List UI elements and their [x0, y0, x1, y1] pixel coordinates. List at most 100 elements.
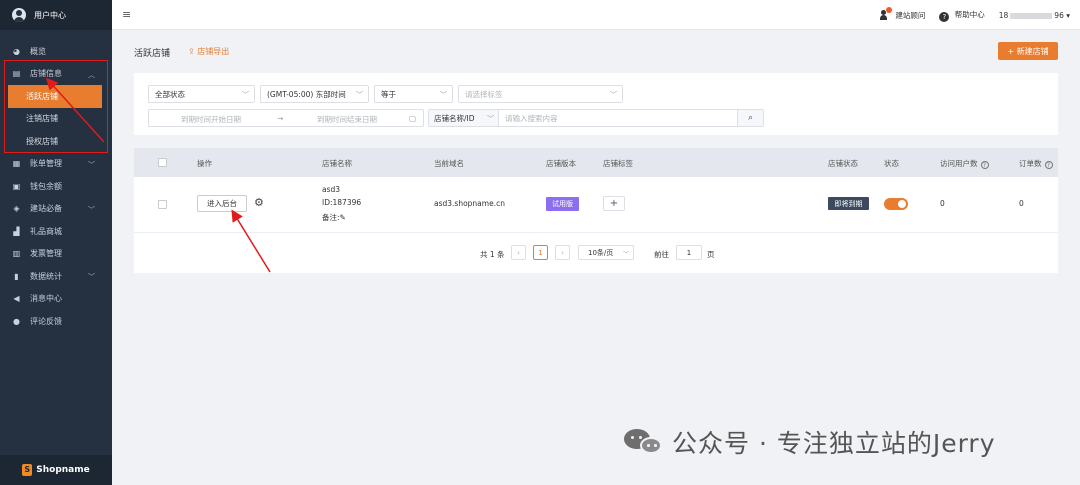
sidebar-item-label: 账单管理 — [30, 159, 62, 169]
sidebar-item-wallet[interactable]: ▣ 钱包余额 — [0, 175, 112, 198]
pagination: 共 1 条 ‹ 1 › 10条/页 ﹀ 前往 1 页 — [134, 245, 1058, 263]
chevron-down-icon: ﹀ — [487, 115, 494, 123]
masked-phone-digits — [1010, 13, 1053, 19]
page-number-button[interactable]: 1 — [533, 245, 548, 260]
account-dropdown[interactable]: 18 96 ▾ — [999, 11, 1070, 20]
export-label: 店铺导出 — [197, 47, 230, 56]
filter-panel: 全部状态 ﹀ (GMT-05:00) 东部时间 ﹀ 等于 ﹀ 请选择标签 ﹀ 到… — [134, 73, 1058, 135]
tag-select-placeholder: 请选择标签 — [465, 89, 503, 99]
search-icon: ⌕ — [747, 113, 754, 123]
sidebar-item-label: 评论反馈 — [30, 316, 62, 326]
store-status-badge: 即将到期 — [828, 197, 869, 210]
search-input[interactable] — [499, 110, 737, 126]
box-icon: ◈ — [13, 204, 20, 214]
chart-icon: ▮ — [14, 271, 19, 281]
chevron-down-icon: ﹀ — [610, 91, 617, 99]
caret-down-icon: ▾ — [1066, 11, 1070, 20]
add-tag-button[interactable]: + — [603, 196, 625, 211]
store-note[interactable]: 备注:✎ — [322, 212, 346, 223]
store-domain[interactable]: asd3.shopname.cn — [434, 199, 505, 208]
row-checkbox[interactable] — [158, 200, 167, 209]
select-all-checkbox[interactable] — [158, 158, 167, 167]
sidebar-item-billing[interactable]: ▦ 账单管理 ﹀ — [0, 153, 112, 176]
operator-select[interactable]: 等于 ﹀ — [374, 85, 453, 103]
watermark: 公众号 · 专注独立站的Jerry — [624, 424, 996, 460]
search-button[interactable]: ⌕ — [737, 110, 763, 126]
sidebar-item-label: 发票管理 — [30, 249, 62, 259]
arrow-right-icon: → — [277, 114, 284, 123]
header-orders: 订单数? — [1019, 158, 1053, 169]
sidebar-item-label: 建站必备 — [30, 204, 62, 214]
header-store-status: 店铺状态 — [828, 159, 858, 168]
help-center-link[interactable]: ? 帮助中心 — [939, 9, 985, 22]
search-field-value: 店铺名称/ID — [434, 113, 475, 123]
status-select[interactable]: 全部状态 ﹀ — [148, 85, 255, 103]
user-center-header[interactable]: 用户中心 — [0, 0, 112, 30]
dashboard-icon: ◕ — [13, 46, 20, 56]
avatar-icon — [12, 8, 26, 22]
phone-suffix: 96 — [1054, 11, 1064, 20]
goto-page-input[interactable]: 1 — [676, 245, 702, 260]
sidebar-item-invoice[interactable]: ▥ 发票管理 — [0, 243, 112, 266]
visitor-count: 0 — [940, 199, 945, 208]
top-right-actions: 建站顾问 ? 帮助中心 18 96 ▾ — [879, 7, 1070, 22]
date-end-placeholder: 到期时间结束日期 — [317, 115, 377, 124]
store-name: asd3 — [322, 185, 341, 194]
tag-select[interactable]: 请选择标签 ﹀ — [458, 85, 623, 103]
sidebar-item-essentials[interactable]: ◈ 建站必备 ﹀ — [0, 198, 112, 221]
header-state: 状态 — [884, 159, 899, 168]
table-header: 操作 店铺名称 当前域名 店铺版本 店铺标签 店铺状态 状态 访问用户数? 订单… — [134, 148, 1058, 177]
page-size-select[interactable]: 10条/页 ﹀ — [578, 245, 634, 260]
hamburger-menu-icon[interactable]: ≡ — [122, 8, 131, 21]
sidebar-item-messages[interactable]: ◀ 消息中心 — [0, 288, 112, 311]
chevron-down-icon: ﹀ — [440, 91, 447, 99]
gear-icon[interactable]: ⚙ — [254, 196, 264, 209]
sidebar-item-feedback[interactable]: ● 评论反馈 — [0, 310, 112, 333]
table-row: 进入后台 ⚙ asd3 ID:187396 备注:✎ asd3.shopname… — [134, 177, 1058, 233]
consultant-label: 建站顾问 — [895, 11, 926, 20]
invoice-icon: ▥ — [12, 249, 21, 259]
help-circle-icon[interactable]: ? — [1044, 161, 1053, 169]
operator-select-value: 等于 — [381, 89, 396, 99]
top-bar: ≡ 建站顾问 ? 帮助中心 18 96 ▾ — [112, 0, 1080, 30]
header-visitors: 访问用户数? — [940, 158, 989, 169]
main-content: 活跃店铺 ⇪ 店铺导出 + 新建店铺 全部状态 ﹀ (GMT-05:00) 东部… — [112, 30, 1080, 485]
enter-backend-button[interactable]: 进入后台 — [197, 195, 247, 212]
user-center-title: 用户中心 — [34, 10, 66, 20]
store-id: ID:187396 — [322, 198, 362, 207]
megaphone-icon: ◀ — [13, 294, 20, 304]
chevron-down-icon: ﹀ — [88, 273, 95, 281]
header-store-name: 店铺名称 — [322, 159, 352, 168]
wallet-icon: ▣ — [12, 181, 21, 191]
version-badge: 试用版 — [546, 197, 579, 211]
sidebar-item-statistics[interactable]: ▮ 数据统计 ﹀ — [0, 265, 112, 288]
bill-icon: ▦ — [12, 159, 21, 169]
header-action: 操作 — [197, 159, 212, 168]
export-stores-button[interactable]: ⇪ 店铺导出 — [188, 46, 229, 57]
prev-page-button[interactable]: ‹ — [511, 245, 526, 260]
sidebar-item-label: 消息中心 — [30, 294, 62, 304]
consultant-link[interactable]: 建站顾问 — [879, 7, 926, 21]
help-label: 帮助中心 — [954, 10, 985, 19]
expiry-date-range[interactable]: 到期时间开始日期 → 到期时间结束日期 ▢ — [148, 109, 424, 127]
phone-prefix: 18 — [998, 11, 1009, 20]
new-store-button[interactable]: + 新建店铺 — [998, 42, 1058, 60]
next-page-button[interactable]: › — [555, 245, 570, 260]
upload-icon: ⇪ — [188, 47, 195, 56]
header-orders-label: 订单数 — [1019, 159, 1042, 168]
header-domain: 当前域名 — [434, 159, 464, 168]
chevron-down-icon: ﹀ — [622, 251, 629, 258]
page-unit-label: 页 — [707, 250, 715, 259]
shopname-logo-icon: S — [22, 464, 33, 476]
status-select-value: 全部状态 — [155, 89, 185, 99]
help-circle-icon[interactable]: ? — [980, 161, 989, 169]
sidebar-item-gift-mall[interactable]: ▟ 礼品商城 — [0, 220, 112, 243]
header-tags: 店铺标签 — [603, 159, 633, 168]
timezone-select[interactable]: (GMT-05:00) 东部时间 ﹀ — [260, 85, 369, 103]
brand-logo: S Shopname — [0, 455, 112, 485]
sidebar-item-label: 数据统计 — [30, 271, 62, 281]
store-enabled-toggle[interactable] — [884, 198, 908, 210]
timezone-select-value: (GMT-05:00) 东部时间 — [267, 89, 346, 99]
sidebar: 用户中心 ◕ 概览 ▤ 店铺信息 ︿ 活跃店铺 注销店铺 授权店铺 ▦ 账单管理… — [0, 0, 112, 485]
search-field-select[interactable]: 店铺名称/ID ﹀ — [429, 110, 499, 126]
